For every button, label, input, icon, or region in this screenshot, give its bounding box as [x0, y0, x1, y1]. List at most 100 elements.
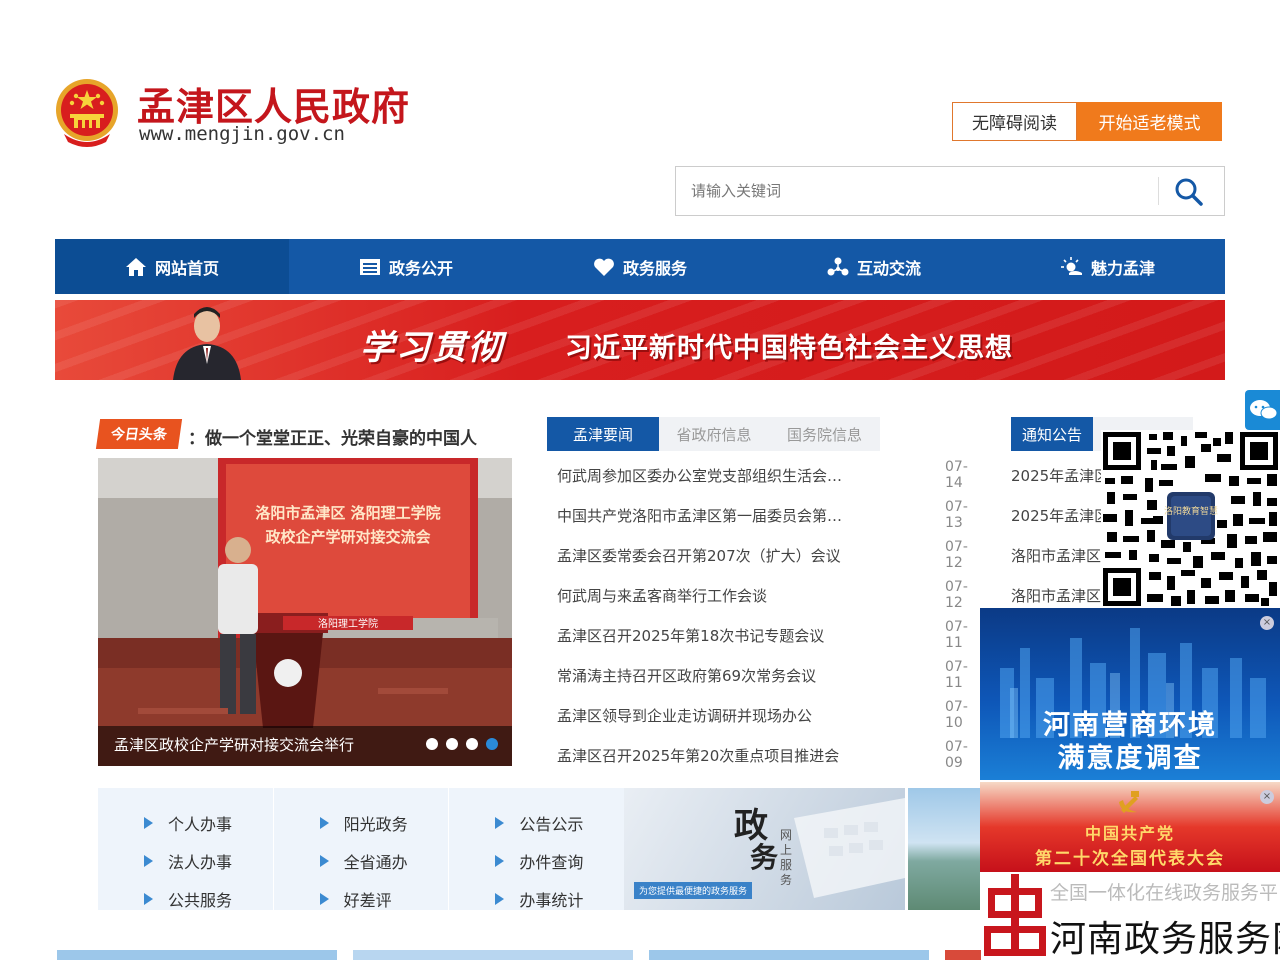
service-label: 公共服务 — [168, 891, 233, 910]
business-survey-ad[interactable]: × 河南营商环境 满意度调查 — [980, 608, 1280, 780]
henan-gov-logo-icon — [984, 874, 1046, 956]
qr-code: 洛阳教育智慧 — [1101, 430, 1280, 608]
service-label: 全省通办 — [343, 853, 408, 872]
henan-platform-name: 河南政务服务网 — [1050, 919, 1280, 960]
qr-center-label: 洛阳教育智慧 — [1164, 505, 1218, 517]
news-date: 07-13 — [945, 499, 968, 531]
party-ad-title: 中国共产党 — [1084, 824, 1175, 843]
nav-item-gov-affairs[interactable]: 政务公开 — [289, 239, 523, 294]
service-label: 公告公示 — [519, 815, 584, 834]
service-link[interactable]: 办件查询 — [449, 842, 624, 880]
list-item[interactable]: 孟津区召开2025年第20次重点项目推进会 07-09 — [547, 735, 983, 775]
podium-label: 洛阳理工学院 — [318, 617, 378, 630]
close-icon[interactable]: × — [1260, 616, 1274, 630]
city-river-image[interactable] — [908, 788, 980, 910]
headline-link[interactable]: ：做一个堂堂正正、光荣自豪的中国人 — [188, 424, 510, 449]
list-item[interactable]: 孟津区委常委会召开第207次（扩大）会议 07-12 — [547, 535, 983, 575]
document-icon — [359, 258, 380, 275]
bottom-card-strip — [57, 950, 337, 960]
service-link[interactable]: 阳光政务 — [274, 804, 449, 842]
list-item[interactable]: 中国共产党洛阳市孟津区第一届委员会第… 07-13 — [547, 495, 983, 535]
home-icon — [125, 257, 146, 276]
news-title[interactable]: 孟津区领导到企业走访调研并现场办公 — [557, 705, 812, 726]
nav-item-charm[interactable]: 魅力孟津 — [991, 239, 1225, 294]
site-url: www.mengjin.gov.cn — [139, 123, 345, 145]
henan-platform-subtitle: 全国一体化在线政务服务平台 — [1050, 882, 1280, 904]
qr-code-image: 洛阳教育智慧 — [1101, 430, 1280, 608]
news-date: 07-14 — [945, 459, 968, 491]
news-title[interactable]: 中国共产党洛阳市孟津区第一届委员会第… — [557, 505, 842, 526]
party-congress-ad[interactable]: × 中国共产党 第二十次全国代表大会 — [980, 782, 1280, 872]
tab-province-info[interactable]: 省政府信息 — [659, 417, 769, 451]
slider-dot[interactable] — [446, 738, 458, 750]
service-label: 法人办事 — [168, 853, 233, 872]
slider-dot[interactable] — [466, 738, 478, 750]
news-photo-slider[interactable]: 洛阳市孟津区 洛阳理工学院 政校企产学研对接交流会 洛阳理工学院 孟津区政校企产… — [98, 458, 512, 766]
notice-item[interactable]: 2025年孟津区 — [1011, 455, 1103, 495]
news-title[interactable]: 孟津区召开2025年第20次重点项目推进会 — [557, 745, 839, 766]
bottom-card-strip — [945, 950, 981, 960]
list-item[interactable]: 常涌涛主持召开区政府第69次常务会议 07-11 — [547, 655, 983, 695]
news-date: 07-12 — [945, 539, 968, 571]
sun-icon — [1060, 256, 1082, 275]
service-label: 办事统计 — [519, 891, 584, 910]
search-input[interactable] — [676, 167, 1156, 215]
news-date: 07-12 — [945, 579, 968, 611]
news-title[interactable]: 何武周与来孟客商举行工作会谈 — [557, 585, 767, 606]
henan-gov-service-banner[interactable]: 全国一体化在线政务服务平台 河南政务服务网 — [980, 872, 1280, 960]
nav-item-label: 政务服务 — [622, 258, 687, 278]
service-link[interactable]: 公共服务 — [98, 880, 273, 918]
chat-icon — [1250, 400, 1278, 420]
service-quick-links: 个人办事 法人办事 公共服务 阳光政务 全省通办 好差评 公告公示 办件查询 办… — [98, 788, 624, 910]
theme-banner[interactable]: 学习贯彻 习近平新时代中国特色社会主义思想 — [55, 300, 1225, 380]
nav-item-label: 互动交流 — [856, 258, 921, 278]
news-title[interactable]: 何武周参加区委办公室党支部组织生活会… — [557, 465, 842, 486]
accessibility-button[interactable]: 无障碍阅读 — [952, 102, 1077, 141]
elder-mode-button[interactable]: 开始适老模式 — [1077, 102, 1222, 141]
heart-icon — [594, 258, 614, 276]
list-item[interactable]: 何武周与来孟客商举行工作会谈 07-12 — [547, 575, 983, 615]
tab-notices[interactable]: 通知公告 — [1011, 417, 1093, 451]
nav-item-interaction[interactable]: 互动交流 — [757, 239, 991, 294]
news-title[interactable]: 常涌涛主持召开区政府第69次常务会议 — [557, 665, 816, 686]
news-tabs: 孟津要闻 省政府信息 国务院信息 — [547, 417, 880, 451]
list-item[interactable]: 孟津区领导到企业走访调研并现场办公 07-10 — [547, 695, 983, 735]
news-date: 07-10 — [945, 699, 968, 731]
service-link[interactable]: 好差评 — [274, 880, 449, 918]
slider-dot-active[interactable] — [486, 738, 498, 750]
list-item[interactable]: 孟津区召开2025年第18次书记专题会议 07-11 — [547, 615, 983, 655]
notice-item[interactable]: 洛阳市孟津区 — [1011, 535, 1103, 575]
screen-title-line2: 政校企产学研对接交流会 — [265, 528, 430, 546]
service-link[interactable]: 全省通办 — [274, 842, 449, 880]
search-icon[interactable] — [1172, 175, 1206, 209]
online-gov-service-card[interactable]: 政 务 网上服务 为您提供最便捷的政务服务 — [624, 788, 905, 910]
gov-card-subtitle: 网上服务 — [780, 828, 793, 887]
tab-mengjin-news[interactable]: 孟津要闻 — [547, 417, 659, 451]
service-link[interactable]: 办事统计 — [449, 880, 624, 918]
service-link[interactable]: 法人办事 — [98, 842, 273, 880]
nav-item-label: 网站首页 — [154, 258, 219, 278]
news-date: 07-11 — [945, 619, 968, 651]
gov-card-tagline: 为您提供最便捷的政务服务 — [634, 882, 753, 899]
screen-title-line1: 洛阳市孟津区 洛阳理工学院 — [255, 504, 440, 522]
news-title[interactable]: 孟津区委常委会召开第207次（扩大）会议 — [557, 545, 841, 566]
tab-state-council-info[interactable]: 国务院信息 — [769, 417, 880, 451]
bottom-card-strip — [649, 950, 929, 960]
slider-caption[interactable]: 孟津区政校企产学研对接交流会举行 — [114, 734, 354, 755]
service-label: 好差评 — [343, 891, 392, 910]
nav-item-gov-service[interactable]: 政务服务 — [523, 239, 757, 294]
search-divider — [1158, 177, 1159, 205]
slider-dots — [426, 738, 498, 750]
business-ad-subtitle: 满意度调查 — [1057, 743, 1203, 774]
slider-dot[interactable] — [426, 738, 438, 750]
service-link[interactable]: 个人办事 — [98, 804, 273, 842]
search-box — [675, 166, 1225, 216]
service-label: 办件查询 — [519, 853, 584, 872]
list-item[interactable]: 何武周参加区委办公室党支部组织生活会… 07-14 — [547, 455, 983, 495]
notice-item[interactable]: 2025年孟津区 — [1011, 495, 1103, 535]
nav-item-home[interactable]: 网站首页 — [55, 239, 289, 294]
service-link[interactable]: 公告公示 — [449, 804, 624, 842]
qr-toggle-button[interactable] — [1245, 390, 1280, 430]
close-icon[interactable]: × — [1260, 790, 1274, 804]
news-title[interactable]: 孟津区召开2025年第18次书记专题会议 — [557, 625, 824, 646]
